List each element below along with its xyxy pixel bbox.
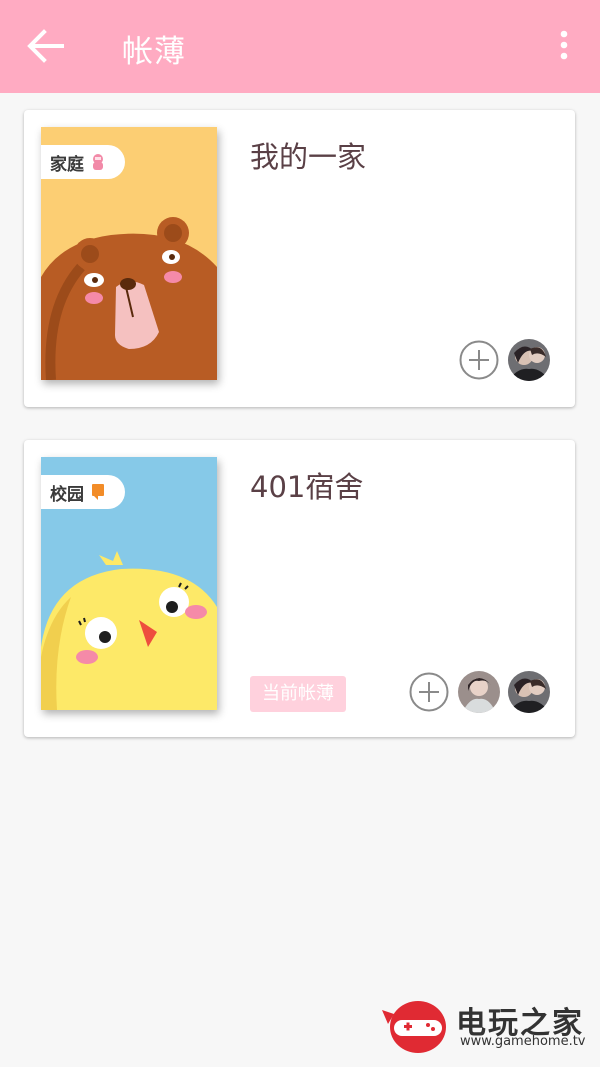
add-member-button[interactable] (458, 339, 500, 381)
member-avatar[interactable] (508, 671, 550, 713)
book-cover: 家庭 (41, 127, 217, 380)
more-vert-icon (560, 30, 568, 60)
cover-category-label: 家庭 (50, 154, 84, 175)
family-person-icon (93, 154, 103, 170)
book-bookmark-icon (92, 484, 104, 500)
current-book-badge: 当前帐薄 (250, 676, 346, 712)
app-bar: 帐薄 (0, 0, 600, 93)
cover-category-tag: 家庭 (41, 145, 125, 179)
watermark-url: www.gamehome.tv (460, 1034, 586, 1049)
ninja-logo-icon (382, 1001, 446, 1053)
cover-category-tag: 校园 (41, 475, 125, 509)
book-title: 401宿舍 (250, 470, 364, 504)
member-avatar[interactable] (508, 339, 550, 381)
watermark: 电玩之家 www.gamehome.tv (380, 994, 590, 1054)
book-title: 我的一家 (250, 140, 367, 174)
plus-circle-icon (459, 340, 499, 380)
back-button[interactable] (22, 24, 70, 68)
add-member-button[interactable] (408, 671, 450, 713)
member-avatar[interactable] (458, 671, 500, 713)
plus-circle-icon (409, 672, 449, 712)
account-book-card[interactable]: 校园 401宿舍 当前帐薄 (24, 440, 575, 737)
account-book-card[interactable]: 家庭 我的一家 (24, 110, 575, 407)
arrow-left-icon (27, 29, 64, 63)
cover-category-label: 校园 (50, 484, 84, 505)
book-cover: 校园 (41, 457, 217, 710)
page-title: 帐薄 (122, 34, 186, 70)
more-options-button[interactable] (550, 24, 578, 68)
